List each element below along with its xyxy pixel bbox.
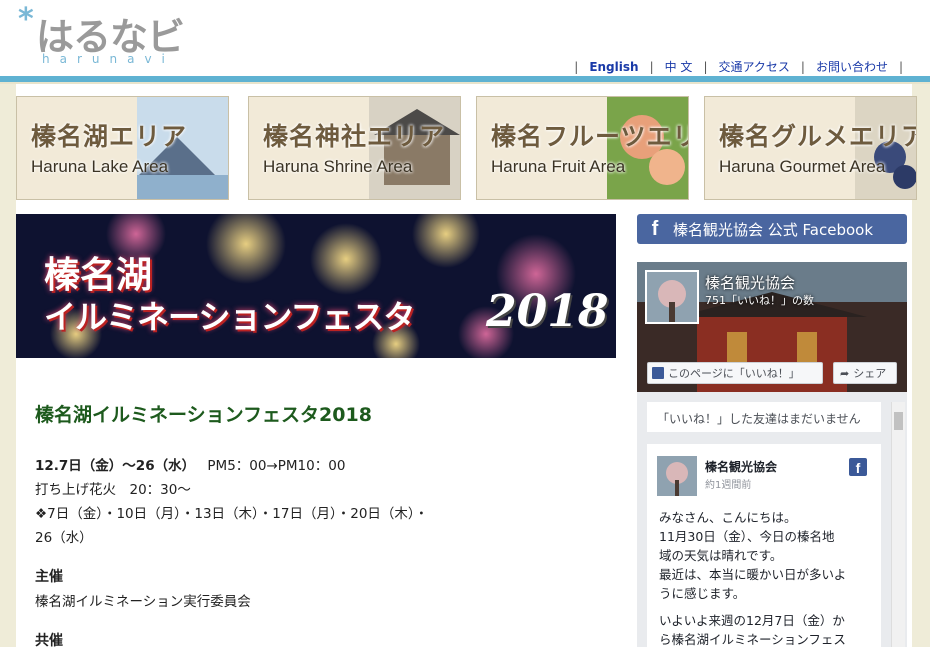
event-date-line: 12.7日（金）～26（水） PM5：00→PM10：00 (35, 454, 345, 474)
cosponsor-label: 共催 (35, 633, 63, 647)
feed-scrollbar[interactable] (891, 402, 905, 647)
event-article: 榛名湖イルミネーションフェスタ2018 12.7日（金）～26（水） PM5：0… (16, 358, 616, 647)
post-avatar-image (657, 456, 697, 496)
post-body: みなさん、こんにちは。 11月30日（金）、今日の榛名地 域の天気は晴れです。 … (659, 508, 875, 647)
post-text-line: 11月30日（金）、今日の榛名地 (659, 529, 835, 544)
friends-like-notice: 「いいね！」した友達はまだいません (647, 402, 881, 432)
facebook-page-name[interactable]: 榛名観光協会 (705, 272, 795, 293)
post-text-line: 最近は、本当に暖かい日が多いよ (659, 567, 847, 582)
article-title: 榛名湖イルミネーションフェスタ2018 (35, 404, 372, 426)
share-button-label: シェア (853, 367, 887, 380)
event-date: 12.7日（金）～26（水） (35, 458, 196, 474)
hero-year: 2018 (486, 286, 609, 337)
post-text-line: 域の天気は晴れです。 (659, 548, 783, 563)
post-author-name[interactable]: 榛名観光協会 (705, 458, 777, 475)
facebook-official-button[interactable]: f 榛名観光協会 公式 Facebook (637, 214, 907, 244)
area-title-en: Haruna Lake Area (31, 157, 169, 176)
facebook-like-icon (652, 367, 664, 379)
fireworks-time: 打ち上げ花火 20：30～ (35, 482, 191, 498)
area-banner-shrine[interactable]: 榛名神社エリア Haruna Shrine Area (248, 96, 461, 200)
header-divider-bar (0, 76, 930, 84)
event-time: PM5：00→PM10：00 (207, 458, 346, 474)
facebook-post: 榛名観光協会 約1週間前 f みなさん、こんにちは。 11月30日（金）、今日の… (647, 444, 881, 647)
area-banner-gourmet[interactable]: 榛名グルメエリア Haruna Gourmet Area (704, 96, 917, 200)
share-arrow-icon: ➦ (840, 366, 850, 380)
area-title-en: Haruna Fruit Area (491, 157, 626, 176)
event-hero-banner[interactable]: 榛名湖 イルミネーションフェスタ 2018 (16, 214, 616, 358)
nav-separator: | (649, 59, 654, 74)
nav-link-access[interactable]: 交通アクセス (718, 58, 789, 75)
facebook-cover-photo: 榛名観光協会 751「いいね！」の数 このページに「いいね！」 ➦ シェア (637, 262, 907, 392)
post-text-line: ら榛名湖イルミネーションフェス (659, 632, 846, 647)
nav-link-chinese[interactable]: 中 文 (665, 58, 693, 75)
area-title-en: Haruna Gourmet Area (719, 157, 886, 176)
hero-title-line2: イルミネーションフェスタ (44, 298, 415, 336)
post-timestamp[interactable]: 約1週間前 (705, 476, 751, 491)
organizer-label: 主催 (35, 569, 63, 585)
hero-title-line1: 榛名湖 (44, 255, 153, 296)
facebook-f-icon: f (651, 217, 659, 240)
like-button-label: このページに「いいね！」 (668, 367, 800, 380)
organizer-name: 榛名湖イルミネーション実行委員会 (35, 594, 251, 610)
area-title-jp: 榛名神社エリア (263, 122, 446, 151)
facebook-like-page-button[interactable]: このページに「いいね！」 (647, 362, 823, 384)
facebook-like-count: 751「いいね！」の数 (705, 294, 814, 307)
page-avatar[interactable] (645, 270, 699, 324)
nav-link-contact[interactable]: お問い合わせ (816, 58, 888, 75)
page-avatar-image (647, 272, 697, 322)
left-page-rail (0, 84, 16, 647)
area-title-jp: 榛名グルメエリア (719, 122, 917, 151)
post-text-line: うに感じます。 (659, 586, 746, 601)
nav-separator: | (574, 59, 579, 74)
area-banner-fruit[interactable]: 榛名フルーツエリア Haruna Fruit Area (476, 96, 689, 200)
facebook-page-widget: 榛名観光協会 751「いいね！」の数 このページに「いいね！」 ➦ シェア 「い… (637, 262, 907, 647)
area-title-jp: 榛名湖エリア (31, 122, 188, 151)
site-logo[interactable]: * はるなビ harunavi (18, 2, 208, 68)
area-banner-row: 榛名湖エリア Haruna Lake Area 榛名神社エリア Haruna S… (16, 96, 917, 200)
area-title-jp: 榛名フルーツエリア (491, 122, 688, 151)
facebook-logo-icon: f (849, 458, 867, 476)
nav-separator: | (800, 59, 805, 74)
nav-separator: | (703, 59, 708, 74)
site-header: * はるなビ harunavi | English | 中 文 | 交通アクセス… (0, 0, 930, 84)
fireworks-dates-line1: ❖7日（金）・10日（月）・13日（木）・17日（月）・20日（木）・ (35, 506, 429, 522)
post-text-line: いよいよ来週の12月7日（金）か (659, 613, 845, 628)
top-navigation: | English | 中 文 | 交通アクセス | お問い合わせ | (563, 58, 914, 75)
facebook-button-label: 榛名観光協会 公式 Facebook (673, 220, 874, 239)
area-title-en: Haruna Shrine Area (263, 157, 413, 176)
nav-link-english[interactable]: English (589, 60, 638, 74)
nav-separator: | (898, 59, 903, 74)
area-banner-lake[interactable]: 榛名湖エリア Haruna Lake Area (16, 96, 229, 200)
post-author-avatar[interactable] (657, 456, 697, 496)
logo-star-icon: * (18, 2, 34, 37)
scrollbar-thumb[interactable] (894, 412, 903, 430)
facebook-share-button[interactable]: ➦ シェア (833, 362, 897, 384)
logo-subtext: harunavi (42, 52, 175, 66)
post-text-line: みなさん、こんにちは。 (659, 510, 797, 525)
fireworks-dates-line2: 26（水） (35, 530, 93, 546)
